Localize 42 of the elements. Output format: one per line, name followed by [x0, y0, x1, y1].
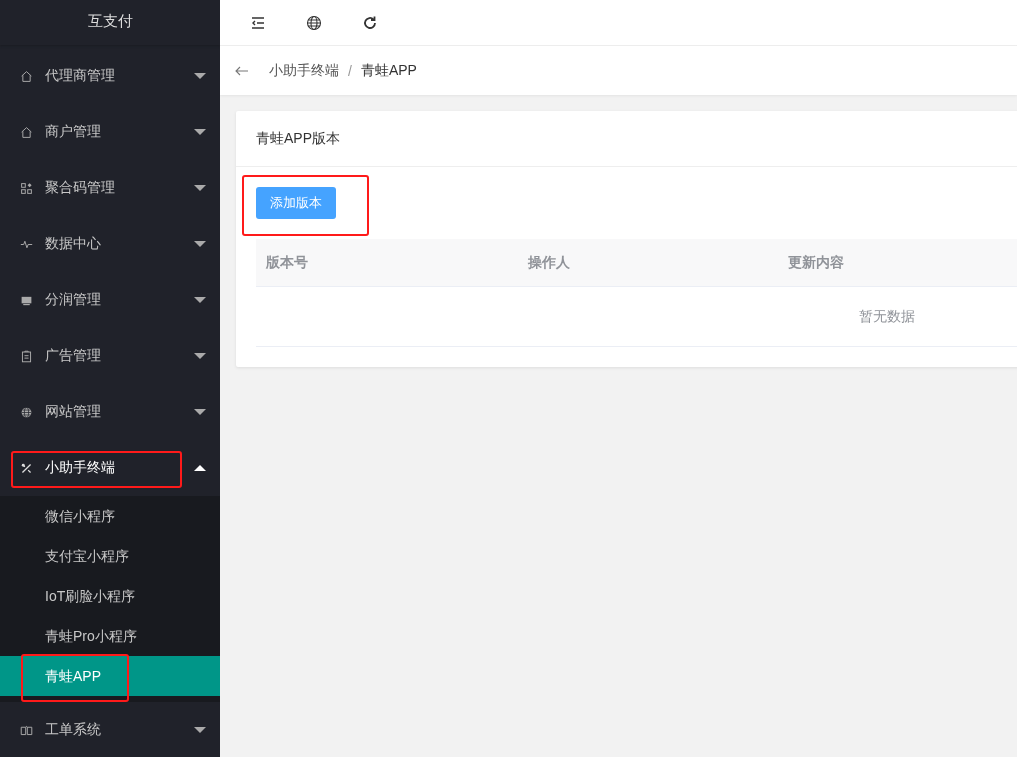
- caret-icon: [194, 353, 206, 359]
- sidebar-item[interactable]: 聚合码管理: [0, 160, 220, 216]
- sidebar-item[interactable]: 代理商管理: [0, 48, 220, 104]
- card-title: 青蛙APP版本: [256, 129, 340, 148]
- grid-icon: [20, 181, 33, 195]
- caret-icon: [194, 297, 206, 303]
- house-icon: [20, 125, 33, 139]
- sidebar-item[interactable]: 商户管理: [0, 104, 220, 160]
- submenu-item[interactable]: 青蛙Pro小程序: [0, 616, 220, 656]
- caret-icon: [194, 241, 206, 247]
- tools-icon: [20, 461, 33, 475]
- globe-icon[interactable]: [306, 14, 322, 31]
- caret-icon: [194, 73, 206, 79]
- sidebar-item[interactable]: 小助手终端: [0, 440, 220, 496]
- globe-icon: [20, 405, 33, 419]
- app-logo: 互支付: [0, 0, 220, 45]
- submenu-item[interactable]: 支付宝小程序: [0, 536, 220, 576]
- clipboard-icon: [20, 349, 33, 363]
- menu-collapse-icon[interactable]: [250, 14, 266, 31]
- submenu-item[interactable]: IoT刷脸小程序: [0, 576, 220, 616]
- house-icon: [20, 69, 33, 83]
- empty-text: 暂无数据: [859, 307, 915, 326]
- breadcrumb-link[interactable]: 小助手终端: [269, 61, 339, 80]
- sidebar-item[interactable]: 工单系统: [0, 702, 220, 757]
- column-header: 版本号: [265, 253, 309, 272]
- caret-icon: [194, 465, 206, 471]
- submenu-item[interactable]: 微信小程序: [0, 496, 220, 536]
- caret-icon: [194, 129, 206, 135]
- submenu-item[interactable]: 青蛙APP: [0, 656, 220, 696]
- book-icon: [20, 723, 33, 737]
- caret-icon: [194, 185, 206, 191]
- caret-icon: [194, 409, 206, 415]
- sidebar-item[interactable]: 广告管理: [0, 328, 220, 384]
- caret-icon: [194, 727, 206, 733]
- back-arrow-icon[interactable]: [235, 65, 249, 76]
- sidebar-item[interactable]: 分润管理: [0, 272, 220, 328]
- sidebar-item[interactable]: 数据中心: [0, 216, 220, 272]
- column-header: 更新内容: [787, 253, 845, 272]
- sidebar-item[interactable]: 网站管理: [0, 384, 220, 440]
- refresh-icon[interactable]: [362, 14, 378, 31]
- column-header: 操作人: [527, 253, 571, 272]
- breadcrumb-separator: /: [348, 62, 352, 79]
